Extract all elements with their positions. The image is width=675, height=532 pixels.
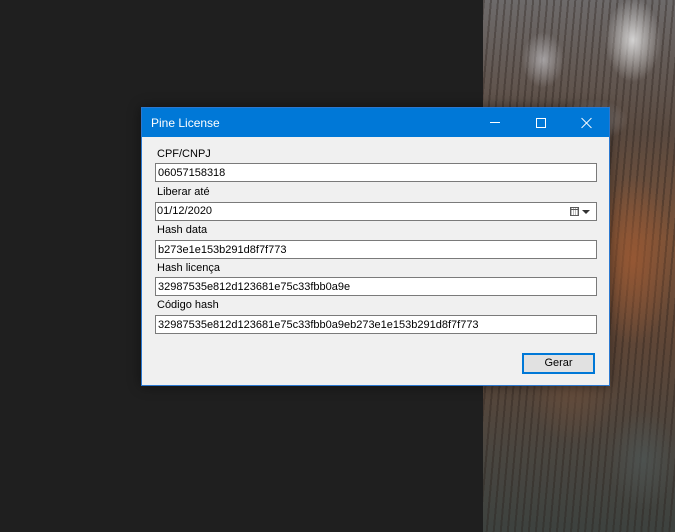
title-bar[interactable]: Pine License (142, 108, 609, 137)
close-icon (581, 117, 593, 129)
chevron-down-icon (582, 209, 590, 214)
maximize-button[interactable] (518, 108, 563, 137)
hash-licenca-label: Hash licença (157, 262, 220, 274)
calendar-dropdown-button[interactable] (570, 205, 592, 218)
liberar-ate-label: Liberar até (157, 186, 210, 198)
cpf-cnpj-label: CPF/CNPJ (157, 148, 211, 160)
window-title: Pine License (151, 116, 220, 130)
calendar-icon (570, 207, 579, 216)
minimize-button[interactable] (472, 108, 517, 137)
liberar-ate-date-picker[interactable]: 01/12/2020 (155, 202, 597, 221)
codigo-hash-label: Código hash (157, 299, 219, 311)
liberar-ate-value[interactable]: 01/12/2020 (157, 204, 212, 219)
close-button[interactable] (564, 108, 609, 137)
hash-data-input[interactable] (155, 240, 597, 259)
pine-license-window: Pine License CPF/CNPJ Liberar até 01/12/… (141, 107, 610, 386)
hash-licenca-input[interactable] (155, 277, 597, 296)
gerar-button[interactable]: Gerar (522, 353, 595, 374)
maximize-icon (535, 117, 546, 128)
minimize-icon (489, 122, 500, 123)
cpf-cnpj-input[interactable] (155, 163, 597, 182)
hash-data-label: Hash data (157, 224, 208, 236)
codigo-hash-input[interactable] (155, 315, 597, 334)
